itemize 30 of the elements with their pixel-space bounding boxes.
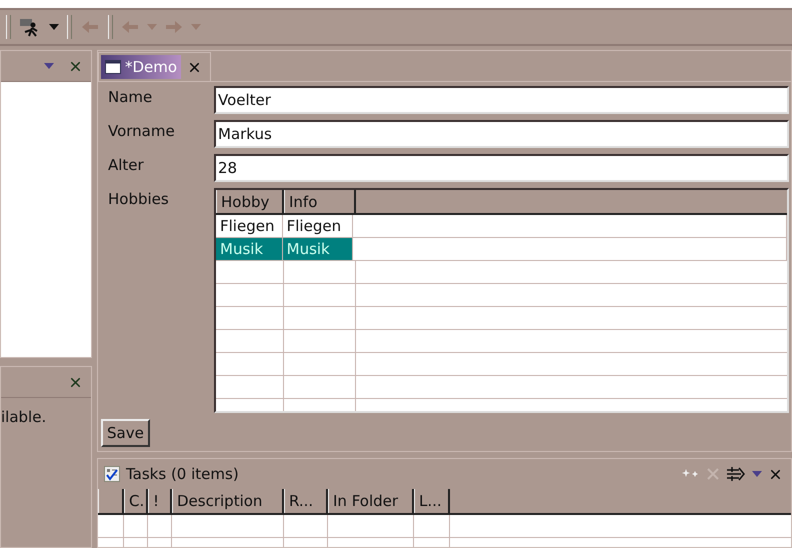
column-header[interactable]: In Folder <box>328 489 414 513</box>
filter-arrows-icon[interactable] <box>726 466 746 482</box>
text-field[interactable]: Markus <box>214 120 789 148</box>
text-field[interactable]: 28 <box>214 154 789 182</box>
editor-tab[interactable]: *Demo <box>98 52 212 81</box>
dropdown-icon[interactable] <box>752 471 762 477</box>
column-header[interactable]: Description <box>172 489 284 513</box>
field-label: Vorname <box>108 121 176 142</box>
table-cell: Fliegen <box>216 215 283 237</box>
dropdown-icon[interactable] <box>49 24 59 30</box>
window-icon <box>105 60 121 74</box>
column-header[interactable]: R... <box>284 489 328 513</box>
panel-title: Tasks (0 items) <box>126 465 239 483</box>
column-header[interactable]: ! <box>148 489 172 513</box>
table-cell: Musik <box>282 238 354 260</box>
column-header[interactable]: Hobby <box>216 190 284 213</box>
field-label: Name <box>108 87 154 108</box>
table-cell: Musik <box>216 238 283 260</box>
table-cell: Fliegen <box>282 215 354 237</box>
field-label: Hobbies <box>108 189 170 210</box>
column-header[interactable]: L... <box>414 489 450 513</box>
task-list-icon <box>104 466 120 482</box>
panel-message: ilable. <box>1 407 48 426</box>
field-label: Alter <box>108 155 145 176</box>
dropdown-icon[interactable] <box>44 63 54 69</box>
column-header[interactable]: Info <box>284 190 356 213</box>
text-field[interactable]: Voelter <box>214 86 789 114</box>
table-row[interactable]: Musik Musik <box>216 238 787 261</box>
column-header[interactable]: C. <box>124 489 148 513</box>
save-button[interactable]: Save <box>101 419 150 447</box>
